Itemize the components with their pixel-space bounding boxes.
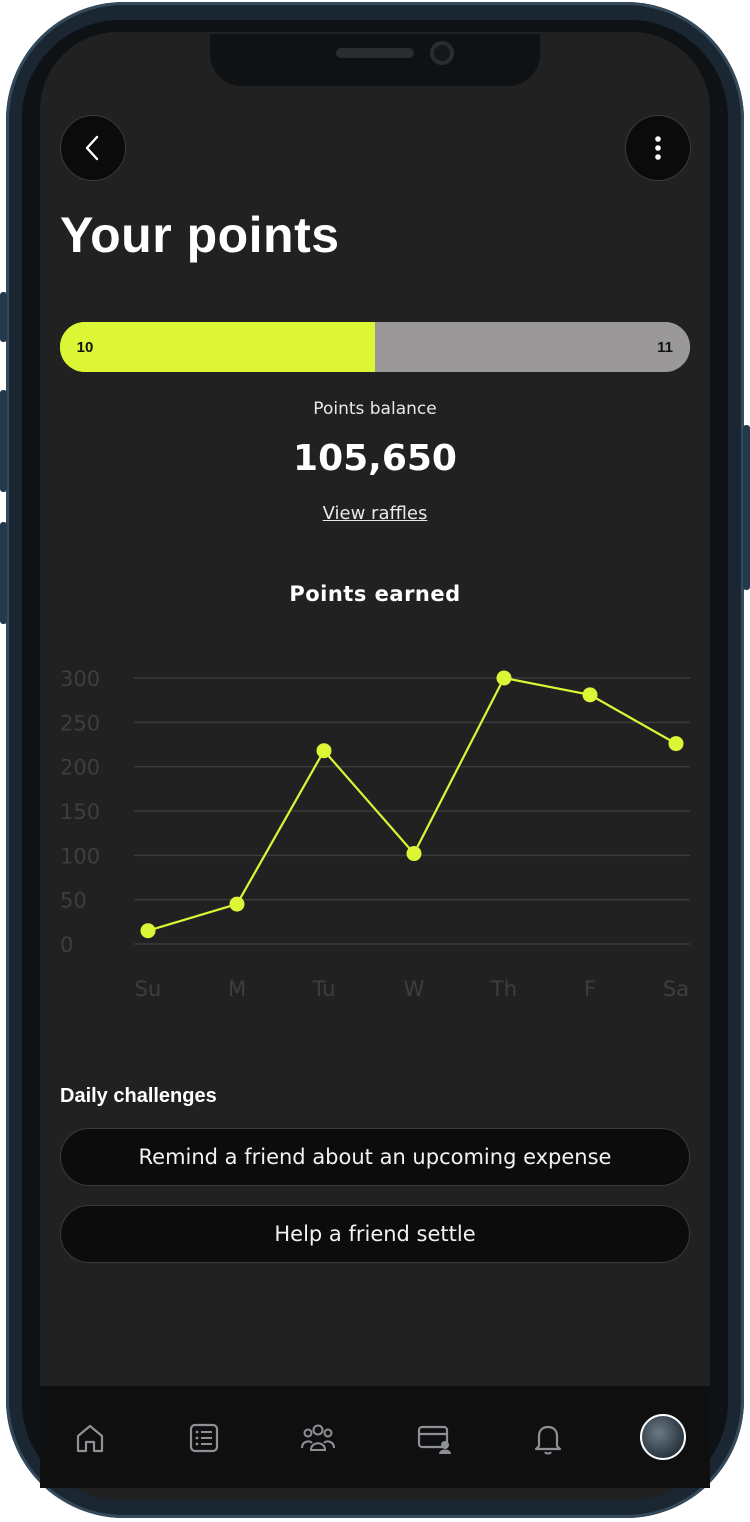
friends-icon [301,1424,335,1451]
back-button[interactable] [60,115,126,181]
daily-challenges-title: Daily challenges [60,1085,217,1107]
data-point [140,923,156,939]
x-tick-label: W [404,977,425,1001]
series-line [147,676,677,932]
volume-down-button [0,522,7,624]
y-tick-label: 300 [60,667,100,691]
y-tick-label: 0 [60,933,73,957]
list-icon [189,1423,219,1453]
chart-title: Points earned [289,582,461,606]
data-point [582,687,598,703]
notch [210,34,540,86]
x-tick-label: M [228,977,246,1001]
challenge-button-remind[interactable]: Remind a friend about an upcoming expens… [60,1128,690,1186]
y-tick-label: 200 [60,756,100,780]
y-tick-label: 250 [60,711,100,735]
home-icon [76,1424,104,1453]
points-chart: 0 50 100 150 200 250 300 Su M Tu W Th F Sa [60,667,690,1001]
y-tick-label: 50 [60,889,87,913]
challenge-button-settle[interactable]: Help a friend settle [60,1205,690,1263]
speaker [336,48,414,58]
data-point [668,736,684,752]
current-level-badge: 10 [60,322,110,372]
points-balance-label: Points balance [313,399,437,419]
tab-profile-avatar[interactable] [640,1414,686,1460]
wallet-icon [417,1425,451,1454]
level-progress-bar [60,322,690,372]
tab-activity[interactable] [180,1414,228,1462]
tab-friends[interactable] [294,1414,342,1462]
y-tick-label: 100 [60,844,100,868]
bell-icon [534,1425,562,1455]
x-tick-label: Su [135,977,162,1001]
view-raffles-link[interactable]: View raffles [300,503,450,524]
data-point [496,670,512,686]
more-button[interactable] [625,115,691,181]
data-point [229,896,245,912]
tab-bar [40,1386,710,1488]
points-balance-value: 105,650 [293,438,457,479]
x-tick-label: Tu [312,977,336,1001]
camera [430,41,454,65]
mute-switch [0,292,7,342]
tab-wallet[interactable] [410,1414,458,1462]
next-level-badge: 11 [640,322,690,372]
y-tick-label: 150 [60,800,100,824]
page-title: Your points [60,207,340,263]
x-tick-label: Th [490,977,517,1001]
x-tick-label: Sa [663,977,689,1001]
more-vertical-icon [655,136,661,160]
data-point [316,743,332,759]
x-tick-label: F [584,977,596,1001]
tab-notifications[interactable] [524,1414,572,1462]
tab-home[interactable] [66,1414,114,1462]
data-point [406,846,422,862]
chevron-left-icon [85,135,99,161]
